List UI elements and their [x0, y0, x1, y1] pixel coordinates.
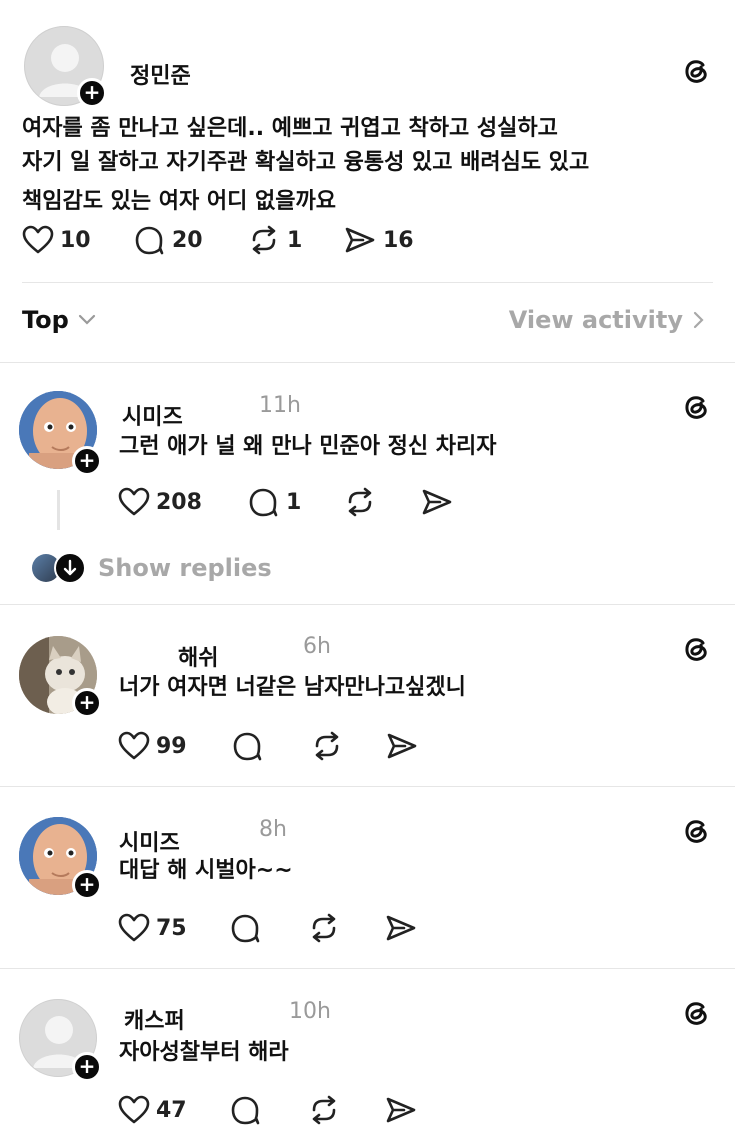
reply-text: 자아성찰부터 해라 — [119, 1040, 289, 1065]
show-replies-label: Show replies — [98, 554, 272, 582]
comment-icon — [249, 488, 278, 517]
like-count: 47 — [156, 1097, 187, 1123]
section-divider — [0, 786, 735, 787]
post-author-avatar[interactable]: + — [24, 26, 107, 108]
section-divider — [0, 968, 735, 969]
comment-button[interactable] — [232, 731, 264, 761]
share-button[interactable] — [385, 731, 419, 761]
share-icon — [386, 915, 416, 941]
repost-button[interactable] — [307, 1095, 341, 1125]
comment-count: 20 — [172, 227, 203, 253]
comment-button[interactable]: 1 — [248, 487, 301, 517]
view-activity-link[interactable]: View activity — [509, 306, 705, 334]
follow-plus-icon[interactable]: + — [72, 446, 102, 476]
comment-button[interactable] — [230, 913, 262, 943]
share-button[interactable] — [384, 913, 418, 943]
thread-line — [57, 490, 60, 530]
reply-timestamp: 6h — [303, 634, 331, 659]
share-icon — [386, 1097, 416, 1123]
like-button[interactable]: 99 — [118, 731, 187, 761]
repost-icon — [312, 913, 336, 943]
reply-timestamp: 8h — [259, 817, 287, 842]
repost-button[interactable] — [310, 731, 344, 761]
post-divider — [22, 282, 713, 283]
comment-icon — [231, 914, 260, 943]
section-divider — [0, 362, 735, 363]
repost-icon — [348, 487, 372, 517]
view-activity-label: View activity — [508, 306, 683, 334]
sort-label: Top — [22, 306, 69, 334]
reply-text: 대답 해 시벌아~~ — [119, 858, 293, 883]
reply-timestamp: 10h — [289, 999, 331, 1024]
threads-icon[interactable] — [679, 814, 713, 848]
repost-icon — [315, 731, 339, 761]
heart-icon — [118, 913, 150, 942]
share-icon — [422, 489, 452, 515]
comment-button[interactable]: 20 — [134, 225, 203, 255]
reply-avatar[interactable]: + — [19, 999, 102, 1082]
reply-avatar[interactable]: + — [19, 391, 102, 476]
chevron-down-icon — [78, 314, 95, 325]
post-text-line: 자기 일 잘하고 자기주관 확실하고 융통성 있고 배려심도 있고 — [22, 150, 590, 175]
repost-icon — [312, 1095, 336, 1125]
reply-text: 그런 애가 널 왜 만나 민준아 정신 차리자 — [119, 434, 497, 459]
share-button[interactable]: 16 — [343, 225, 414, 255]
heart-icon — [118, 731, 150, 760]
like-button[interactable]: 10 — [22, 225, 91, 255]
chevron-right-icon — [693, 311, 704, 329]
section-divider — [0, 604, 735, 605]
repost-button[interactable] — [343, 487, 377, 517]
comment-icon — [233, 732, 262, 761]
like-button[interactable]: 75 — [118, 913, 187, 943]
share-count: 16 — [383, 227, 414, 253]
like-count: 99 — [156, 733, 187, 759]
heart-icon — [118, 1095, 150, 1124]
comment-count: 1 — [286, 489, 302, 515]
share-button[interactable] — [420, 487, 454, 517]
threads-icon[interactable] — [679, 390, 713, 424]
repost-count: 1 — [287, 227, 303, 253]
repost-button[interactable]: 1 — [247, 225, 302, 255]
comment-button[interactable] — [230, 1095, 262, 1125]
comment-icon — [135, 226, 164, 255]
like-count: 10 — [60, 227, 91, 253]
post-author-name[interactable]: 정민준 — [130, 58, 191, 90]
repost-icon — [252, 225, 276, 255]
follow-plus-icon[interactable]: + — [77, 78, 107, 108]
threads-icon[interactable] — [679, 632, 713, 666]
reply-text: 너가 여자면 너같은 남자만나고싶겠니 — [119, 675, 466, 700]
reply-author-name[interactable]: 캐스퍼 — [124, 1003, 185, 1035]
reply-avatar[interactable]: + — [19, 636, 102, 718]
heart-icon — [118, 487, 150, 516]
post-text-line: 책임감도 있는 여자 어디 없을까요 — [22, 189, 336, 214]
like-button[interactable]: 208 — [118, 487, 202, 517]
like-count: 75 — [156, 915, 187, 941]
share-icon — [345, 227, 375, 253]
follow-plus-icon[interactable]: + — [72, 870, 102, 900]
show-replies-button[interactable]: Show replies — [32, 552, 272, 584]
follow-plus-icon[interactable]: + — [72, 1052, 102, 1082]
like-button[interactable]: 47 — [118, 1095, 187, 1125]
comment-icon — [231, 1096, 260, 1125]
threads-icon[interactable] — [679, 996, 713, 1030]
share-icon — [387, 733, 417, 759]
arrow-down-icon — [54, 552, 86, 584]
repost-button[interactable] — [307, 913, 341, 943]
reply-timestamp: 11h — [259, 393, 301, 418]
heart-icon — [22, 225, 54, 254]
threads-icon[interactable] — [679, 54, 713, 88]
reply-avatar[interactable]: + — [19, 817, 102, 900]
sort-dropdown[interactable]: Top — [22, 306, 97, 334]
like-count: 208 — [156, 489, 202, 515]
follow-plus-icon[interactable]: + — [72, 688, 102, 718]
share-button[interactable] — [384, 1095, 418, 1125]
